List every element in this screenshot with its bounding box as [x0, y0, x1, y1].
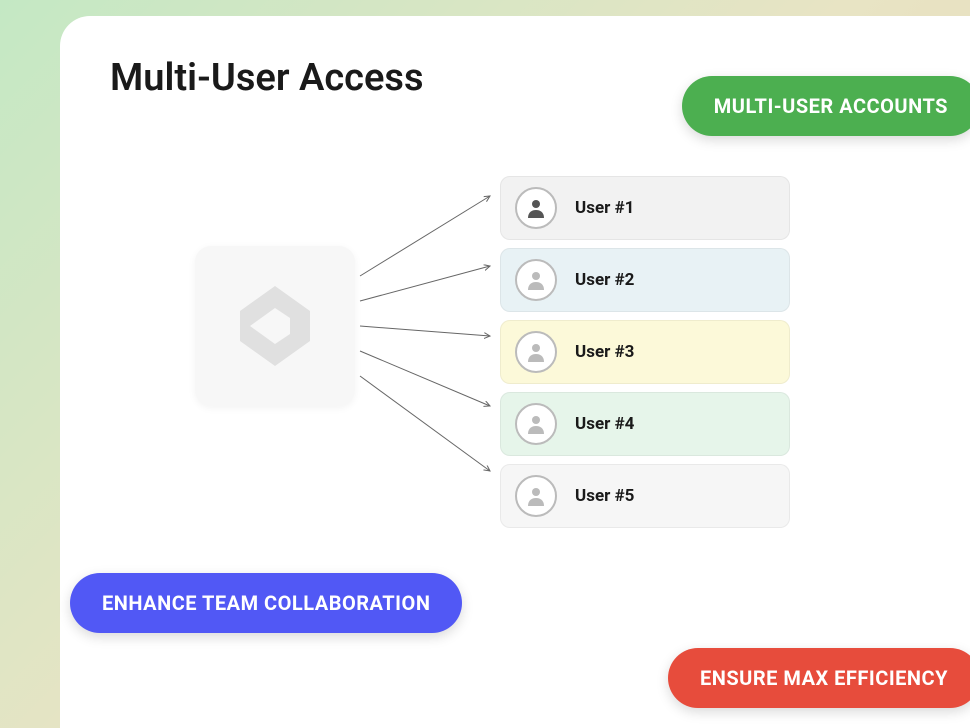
user-row: User #3 [500, 320, 790, 384]
user-row: User #2 [500, 248, 790, 312]
person-icon [524, 412, 548, 436]
user-label: User #1 [575, 198, 634, 218]
user-label: User #5 [575, 486, 634, 506]
badge-team-collaboration: ENHANCE TEAM COLLABORATION [70, 573, 462, 633]
user-avatar [515, 259, 557, 301]
g-logo-icon [225, 276, 325, 376]
person-icon [524, 268, 548, 292]
person-icon [524, 484, 548, 508]
user-row: User #5 [500, 464, 790, 528]
user-avatar [515, 475, 557, 517]
user-avatar [515, 187, 557, 229]
badge-multi-user-accounts: MULTI-USER ACCOUNTS [682, 76, 970, 136]
user-avatar [515, 331, 557, 373]
user-label: User #3 [575, 342, 634, 362]
user-row: User #1 [500, 176, 790, 240]
user-row: User #4 [500, 392, 790, 456]
user-avatar [515, 403, 557, 445]
person-icon [524, 196, 548, 220]
badge-max-efficiency: ENSURE MAX EFFICIENCY [668, 648, 970, 708]
user-list: User #1 User #2 User #3 User #4 User #5 [500, 176, 790, 536]
user-label: User #4 [575, 414, 634, 434]
person-icon [524, 340, 548, 364]
source-app-box [195, 246, 355, 406]
diagram-card: Multi-User Access MULTI-USER ACCOUNTS EN… [60, 16, 970, 728]
user-label: User #2 [575, 270, 634, 290]
